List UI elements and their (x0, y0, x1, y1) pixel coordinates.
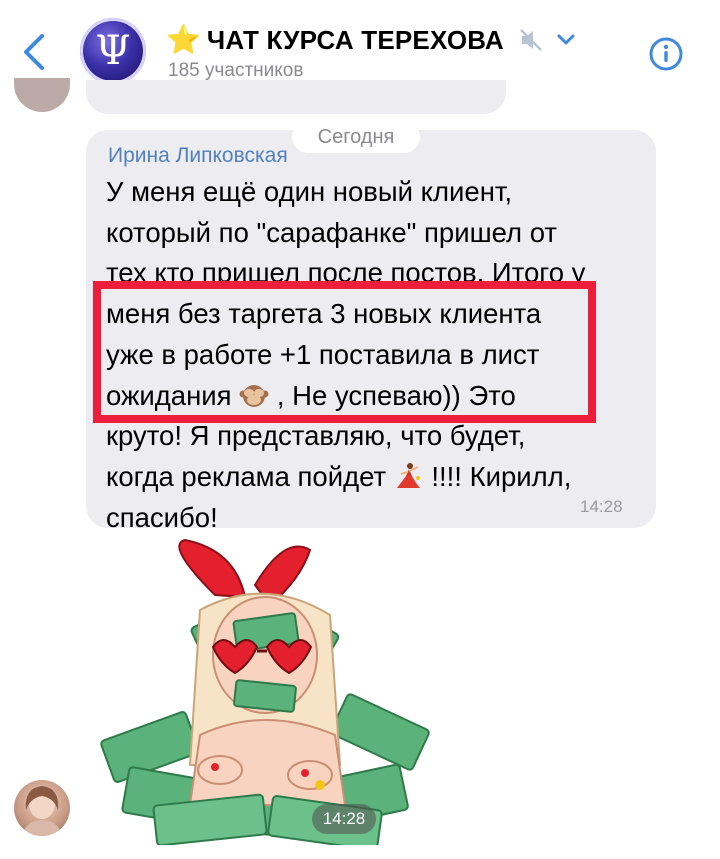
sticker-image[interactable] (95, 535, 435, 845)
sender-name[interactable]: Ирина Липковская (108, 144, 288, 168)
star-icon: ⭐ (166, 24, 201, 55)
chat-title-row[interactable]: ⭐ ЧАТ КУРСА ТЕРЕХОВА (166, 22, 576, 58)
message-line: который по "сарафанке" пришел от (106, 216, 557, 248)
sender-avatar[interactable] (14, 780, 70, 836)
dancing-woman-icon (396, 462, 420, 488)
highlight-box (93, 281, 596, 423)
chat-title: ЧАТ КУРСА ТЕРЕХОВА (206, 24, 504, 55)
member-count: 185 участников (168, 60, 304, 81)
muted-speaker-icon (520, 29, 542, 51)
message-fragment: !!!! Кирилл, (431, 460, 572, 492)
previous-avatar[interactable] (14, 78, 70, 112)
message-time: 14:28 (580, 497, 623, 516)
avatar-photo (22, 786, 62, 836)
sticker-time: 14:28 (312, 804, 376, 834)
chevron-down-icon[interactable] (556, 32, 576, 48)
message-line: когда реклама пойдет !!!! Кирилл, (106, 457, 652, 498)
chat-header: Ψ ⭐ ЧАТ КУРСА ТЕРЕХОВА 185 участников (0, 0, 720, 92)
message-fragment: когда реклама пойдет (106, 460, 387, 492)
back-arrow-icon[interactable] (18, 32, 52, 72)
chat-avatar-glyph: Ψ (95, 28, 131, 74)
chat-avatar[interactable]: Ψ (80, 18, 146, 84)
date-separator: Сегодня (292, 121, 420, 153)
message-line: спасибо! (106, 501, 218, 533)
info-icon[interactable] (648, 36, 684, 72)
previous-message-bubble[interactable] (86, 80, 506, 114)
message-line: У меня ещё один новый клиент, (106, 176, 513, 207)
